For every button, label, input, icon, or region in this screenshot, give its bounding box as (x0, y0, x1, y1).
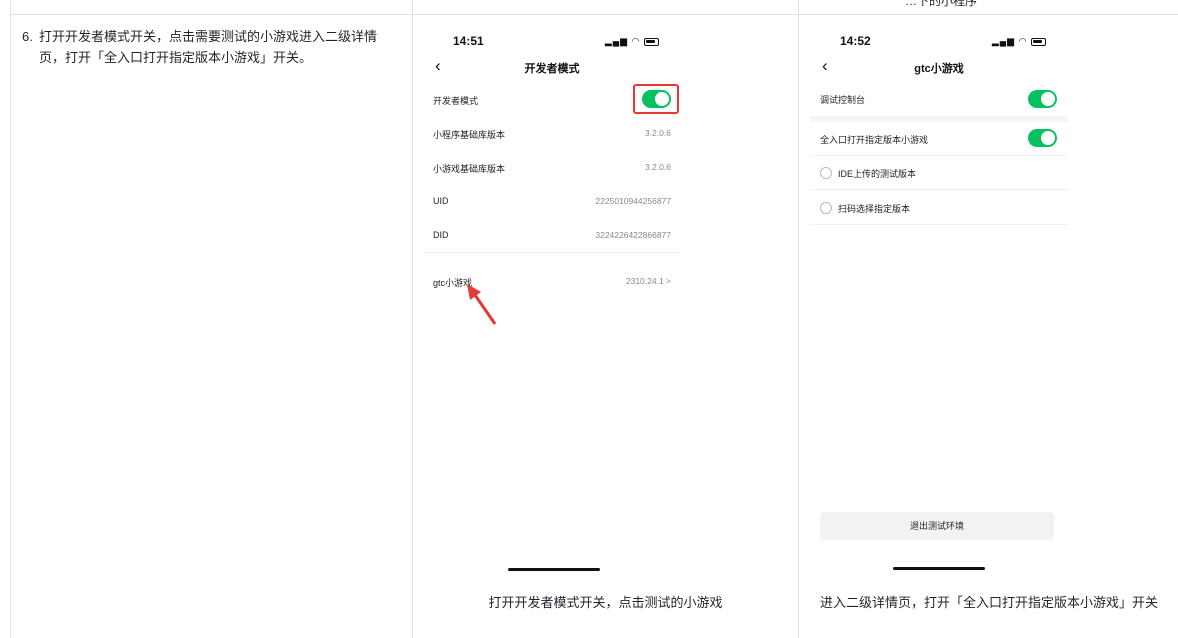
row-value: 3.2.0.6 (645, 162, 671, 172)
row-label: 开发者模式 (433, 96, 479, 106)
status-bar: 14:52 ▂▄▆ ◠ (810, 32, 1068, 50)
home-indicator (508, 568, 600, 571)
settings-row-miniprogram-version: 小程序基础库版本 3.2.0.6 (423, 117, 681, 151)
option-scan-version[interactable]: 扫码选择指定版本 (810, 191, 1068, 225)
settings-row-did: DID 3224226422866877 (423, 219, 681, 253)
battery-icon (1031, 37, 1046, 46)
settings-row-uid: UID 2225010944256877 (423, 185, 681, 219)
row-label: 全入口打开指定版本小游戏 (820, 135, 929, 145)
option-ide-version[interactable]: IDE上传的测试版本 (810, 156, 1068, 190)
caption-phone1: 打开开发者模式开关，点击测试的小游戏 (488, 595, 723, 610)
step-text: 打开开发者模式开关，点击需要测试的小游戏进入二级详情页，打开「全入口打开指定版本… (39, 29, 378, 65)
row-label: 小游戏基础库版本 (433, 164, 506, 174)
nav-title: 开发者模式 (524, 63, 580, 75)
cut-header-text: …下的小程序 (905, 0, 978, 8)
row-value: 2310.24.1 > (625, 276, 671, 286)
developer-mode-toggle[interactable] (642, 90, 671, 108)
table-border-left (10, 0, 11, 638)
home-indicator (893, 567, 985, 570)
status-bar: 14:51 ▂▄▆ ◠ (423, 32, 681, 50)
red-arrow-icon (467, 284, 497, 325)
signal-icon: ▂▄▆ (604, 36, 629, 46)
wifi-icon: ◠ (631, 36, 641, 46)
row-label: 调试控制台 (820, 95, 866, 105)
phone-screenshot-developer-mode: 14:51 ▂▄▆ ◠ ‹ 开发者模式 开发者模式 小程序基础库版本 3.2.0… (423, 20, 681, 580)
status-icons: ▂▄▆ ◠ (605, 36, 659, 47)
row-label: 扫码选择指定版本 (838, 204, 911, 214)
table-row-border (10, 14, 1178, 15)
signal-icon: ▂▄▆ (991, 36, 1016, 46)
row-value: 2225010944256877 (595, 196, 671, 206)
row-label: UID (433, 196, 449, 206)
exit-test-env-button[interactable]: 退出测试环境 (820, 512, 1054, 540)
phone-screenshot-minigame-detail: 14:52 ▂▄▆ ◠ ‹ gtc小游戏 调试控制台 全入口打开指定版本小游戏 … (810, 20, 1068, 580)
caption-phone2: 进入二级详情页，打开「全入口打开指定版本小游戏」开关 (819, 595, 1158, 610)
step-number: 6. (22, 29, 33, 44)
table-border-col2 (798, 0, 799, 638)
radio-icon[interactable] (820, 202, 832, 214)
minigame-row-gtc[interactable]: gtc小游戏 2310.24.1 > (423, 265, 681, 299)
open-all-entries-toggle[interactable] (1028, 129, 1057, 147)
nav-bar: ‹ 开发者模式 (423, 56, 681, 80)
status-time: 14:52 (840, 34, 871, 48)
row-label: IDE上传的测试版本 (838, 169, 917, 179)
status-icons: ▂▄▆ ◠ (992, 36, 1046, 47)
radio-icon[interactable] (820, 167, 832, 179)
battery-icon (644, 37, 659, 46)
row-value: 3224226422866877 (595, 230, 671, 240)
row-label: DID (433, 230, 449, 240)
nav-bar: ‹ gtc小游戏 (810, 56, 1068, 80)
wifi-icon: ◠ (1018, 36, 1028, 46)
settings-row-minigame-version: 小游戏基础库版本 3.2.0.6 (423, 151, 681, 185)
status-time: 14:51 (453, 34, 484, 48)
row-value: 3.2.0.6 (645, 128, 671, 138)
row-label: 小程序基础库版本 (433, 130, 506, 140)
table-border-col1 (412, 0, 413, 638)
nav-title: gtc小游戏 (914, 63, 964, 75)
step-description: 6. 打开开发者模式开关，点击需要测试的小游戏进入二级详情页，打开「全入口打开指… (22, 26, 397, 68)
debug-console-toggle[interactable] (1028, 90, 1057, 108)
